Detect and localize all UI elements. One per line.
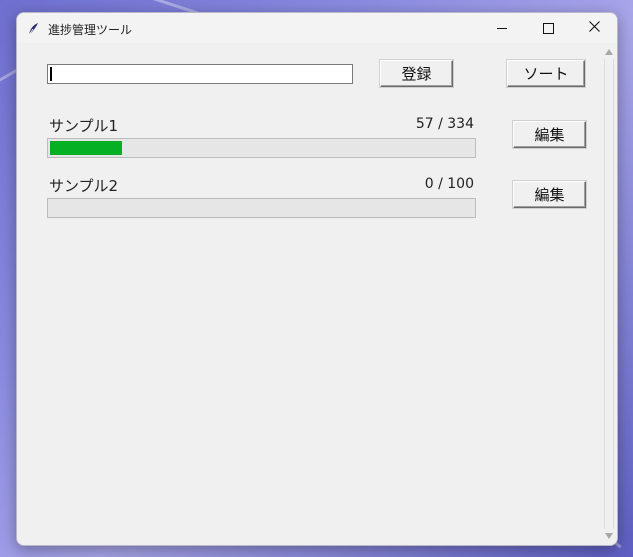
- progress-bar: [47, 138, 476, 158]
- vertical-scrollbar[interactable]: [601, 43, 617, 545]
- triangle-down-icon[interactable]: [605, 533, 613, 539]
- scroll-track[interactable]: [604, 59, 614, 529]
- minimize-icon: [497, 27, 507, 29]
- item-count: 57 / 334: [415, 116, 474, 132]
- app-window: 進捗管理ツール 登録 ソート サンプル1 57 / 334 編集 サンプル2 0…: [16, 12, 618, 546]
- maximize-button[interactable]: [525, 13, 571, 43]
- item-name: サンプル1: [49, 117, 119, 135]
- text-caret: [50, 67, 52, 81]
- maximize-icon: [542, 22, 554, 34]
- sort-button[interactable]: ソート: [507, 60, 585, 87]
- feather-icon: [27, 21, 41, 36]
- item-name: サンプル2: [49, 177, 119, 195]
- progress-fill: [50, 141, 122, 155]
- register-button[interactable]: 登録: [380, 60, 453, 87]
- main-content: 登録 ソート サンプル1 57 / 334 編集 サンプル2 0 / 100 編…: [17, 43, 617, 545]
- edit-button[interactable]: 編集: [513, 181, 586, 208]
- close-button[interactable]: [571, 13, 617, 43]
- name-input[interactable]: [47, 64, 353, 84]
- item-count: 0 / 100: [424, 176, 474, 192]
- edit-button[interactable]: 編集: [513, 121, 586, 148]
- close-icon: [588, 20, 600, 36]
- title-bar[interactable]: 進捗管理ツール: [17, 13, 617, 43]
- triangle-up-icon[interactable]: [605, 49, 613, 55]
- minimize-button[interactable]: [479, 13, 525, 43]
- progress-bar: [47, 198, 476, 218]
- window-title: 進捗管理ツール: [48, 23, 133, 37]
